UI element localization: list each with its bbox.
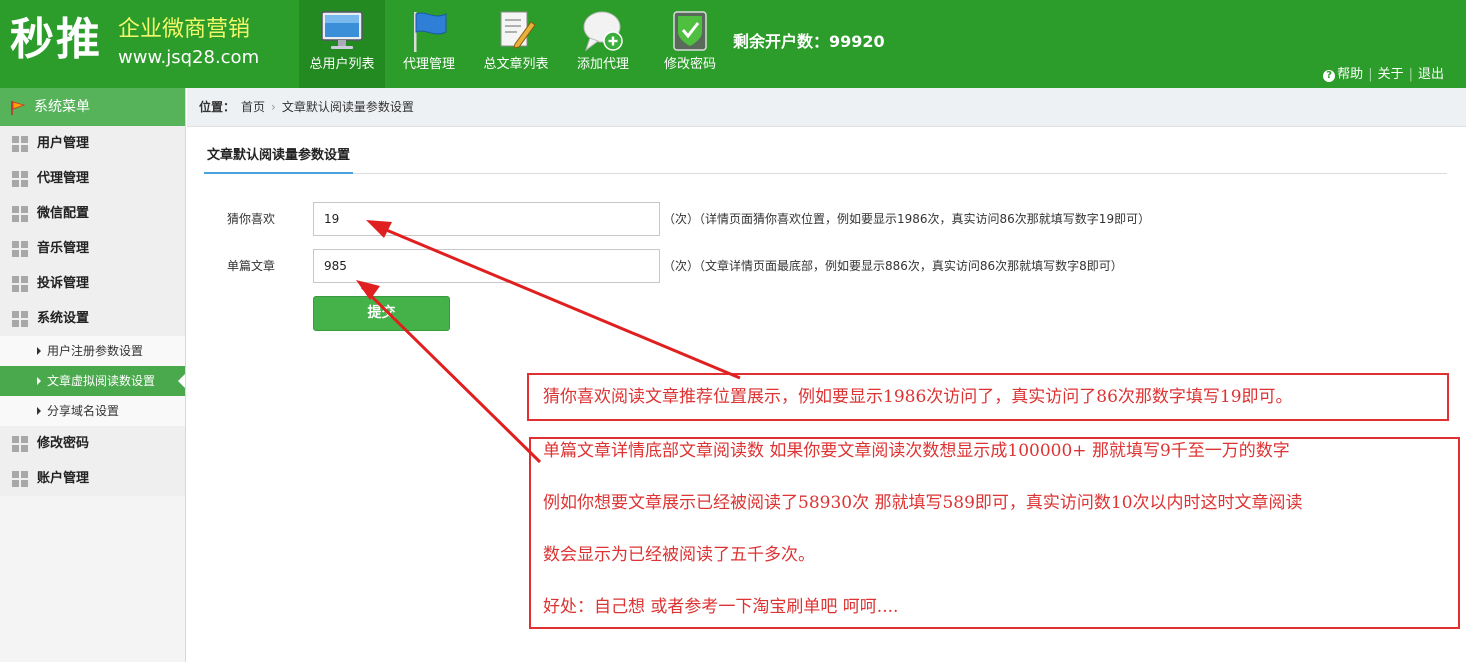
field-label-single-article: 单篇文章 <box>227 259 276 273</box>
remaining-accounts: 剩余开户数：99920 <box>733 32 885 52</box>
logo-tagline: 企业微商营销 <box>118 17 251 42</box>
active-indicator <box>178 374 185 388</box>
nav-change-password[interactable]: 修改密码 <box>647 0 733 88</box>
sidebar-item-wechat-config[interactable]: 微信配置 <box>0 196 185 231</box>
annotation-line: 数会显示为已经被阅读了五千多次。 <box>543 545 815 565</box>
sidebar-item-agent-manage[interactable]: 代理管理 <box>0 161 185 196</box>
sidebar-item-music-manage[interactable]: 音乐管理 <box>0 231 185 266</box>
remaining-count: 99920 <box>829 32 885 51</box>
sidebar: 系统菜单 用户管理 代理管理 微信配置 音乐管理 投诉管理 系统设置 用户注册参… <box>0 88 186 662</box>
grid-icon <box>12 171 28 187</box>
top-header: 秒推 企业微商营销 www.jsq28.com 总用户列表 代理管理 总文章列表 <box>0 0 1466 88</box>
annotation-line: 好处：自己想 或者参考一下淘宝刷单吧 呵呵.... <box>543 597 899 617</box>
guess-you-like-input[interactable] <box>313 202 660 236</box>
logout-link[interactable]: 退出 <box>1418 67 1444 83</box>
help-icon: ? <box>1323 70 1336 82</box>
grid-icon <box>12 471 28 487</box>
sidebar-item-label: 微信配置 <box>37 206 90 221</box>
sidebar-item-system-settings[interactable]: 系统设置 <box>0 301 185 336</box>
sidebar-subitem-virtual-reads[interactable]: 文章虚拟阅读数设置 <box>0 366 185 396</box>
nav-label: 总用户列表 <box>309 57 375 72</box>
flag-icon <box>414 12 447 52</box>
divider: | <box>1368 67 1373 82</box>
nav-label: 修改密码 <box>663 57 716 72</box>
grid-icon <box>12 206 28 222</box>
nav-label: 总文章列表 <box>483 57 549 72</box>
section-title-label: 文章默认阅读量参数设置 <box>204 144 354 174</box>
chat-add-icon <box>583 11 623 52</box>
sidebar-item-user-manage[interactable]: 用户管理 <box>0 126 185 161</box>
monitor-icon <box>321 11 363 49</box>
annotation-guess-you-like: 猜你喜欢阅读文章推荐位置展示，例如要显示1986次访问了，真实访问了86次那数字… <box>527 373 1449 421</box>
nav-label: 添加代理 <box>576 57 629 72</box>
shield-check-icon <box>673 11 707 51</box>
grid-icon <box>12 436 28 452</box>
section-title: 文章默认阅读量参数设置 <box>204 144 1447 174</box>
breadcrumb-prefix: 位置： <box>199 100 236 114</box>
nav-user-list[interactable]: 总用户列表 <box>299 0 385 88</box>
field-hint-guess-you-like: （次）（详情页面猜你喜欢位置，例如要显示1986次，真实访问86次那就填写数字1… <box>663 212 1151 226</box>
sidebar-item-label: 修改密码 <box>37 436 90 451</box>
logo: 秒推 企业微商营销 www.jsq28.com <box>0 0 298 88</box>
submit-button[interactable]: 提交 <box>313 296 450 331</box>
nav-article-list[interactable]: 总文章列表 <box>473 0 559 88</box>
remaining-label: 剩余开户数： <box>733 32 830 51</box>
sidebar-item-label: 用户管理 <box>37 136 90 151</box>
annotation-line: 单篇文章详情底部文章阅读数 如果你要文章阅读次数想显示成100000+ 那就填写… <box>543 441 1290 461</box>
field-hint-single-article: （次）（文章详情页面最底部，例如要显示886次，真实访问86次那就填写数字8即可… <box>663 259 1123 273</box>
sidebar-item-label: 账户管理 <box>37 471 90 486</box>
sidebar-title-label: 系统菜单 <box>34 99 90 115</box>
breadcrumb-home[interactable]: 首页 <box>241 100 265 114</box>
menu-flag-icon <box>11 101 26 115</box>
sidebar-item-label: 投诉管理 <box>37 276 90 291</box>
grid-icon <box>12 311 28 327</box>
sidebar-title: 系统菜单 <box>0 88 185 126</box>
sidebar-item-change-password[interactable]: 修改密码 <box>0 426 185 461</box>
sidebar-subitem-label: 文章虚拟阅读数设置 <box>47 374 156 388</box>
sidebar-item-label: 代理管理 <box>37 171 90 186</box>
sidebar-item-account-manage[interactable]: 账户管理 <box>0 461 185 496</box>
triangle-right-icon <box>37 347 41 355</box>
divider: | <box>1408 67 1413 82</box>
grid-icon <box>12 241 28 257</box>
breadcrumb-separator: › <box>271 100 276 114</box>
triangle-right-icon <box>37 407 41 415</box>
logo-url: www.jsq28.com <box>118 47 260 68</box>
document-edit-icon <box>500 11 536 49</box>
sidebar-item-complaint-manage[interactable]: 投诉管理 <box>0 266 185 301</box>
sidebar-item-label: 系统设置 <box>37 311 90 326</box>
sidebar-subitem-share-domain[interactable]: 分享域名设置 <box>0 396 185 426</box>
triangle-right-icon <box>37 377 41 385</box>
grid-icon <box>12 276 28 292</box>
help-link[interactable]: ? 帮助 <box>1323 67 1363 83</box>
top-links: ? 帮助 | 关于 | 退出 <box>1323 67 1444 83</box>
annotation-line: 例如你想要文章展示已经被阅读了58930次 那就填写589即可，真实访问数10次… <box>543 493 1303 513</box>
nav-add-agent[interactable]: 添加代理 <box>560 0 646 88</box>
annotation-single-article: 单篇文章详情底部文章阅读数 如果你要文章阅读次数想显示成100000+ 那就填写… <box>529 437 1460 629</box>
help-label: 帮助 <box>1337 67 1364 82</box>
sidebar-subitem-label: 分享域名设置 <box>47 404 120 418</box>
field-label-guess-you-like: 猜你喜欢 <box>227 212 276 226</box>
breadcrumb-current: 文章默认阅读量参数设置 <box>281 100 414 114</box>
breadcrumb: 位置： 首页 › 文章默认阅读量参数设置 <box>187 88 1466 127</box>
sidebar-subitem-label: 用户注册参数设置 <box>47 344 144 358</box>
logo-main-text: 秒推 <box>10 14 102 65</box>
grid-icon <box>12 136 28 152</box>
sidebar-item-label: 音乐管理 <box>37 241 90 256</box>
nav-agent-manage[interactable]: 代理管理 <box>386 0 472 88</box>
nav-label: 代理管理 <box>402 57 455 72</box>
sidebar-subitem-register-params[interactable]: 用户注册参数设置 <box>0 336 185 366</box>
about-link[interactable]: 关于 <box>1378 67 1404 83</box>
single-article-input[interactable] <box>313 249 660 283</box>
